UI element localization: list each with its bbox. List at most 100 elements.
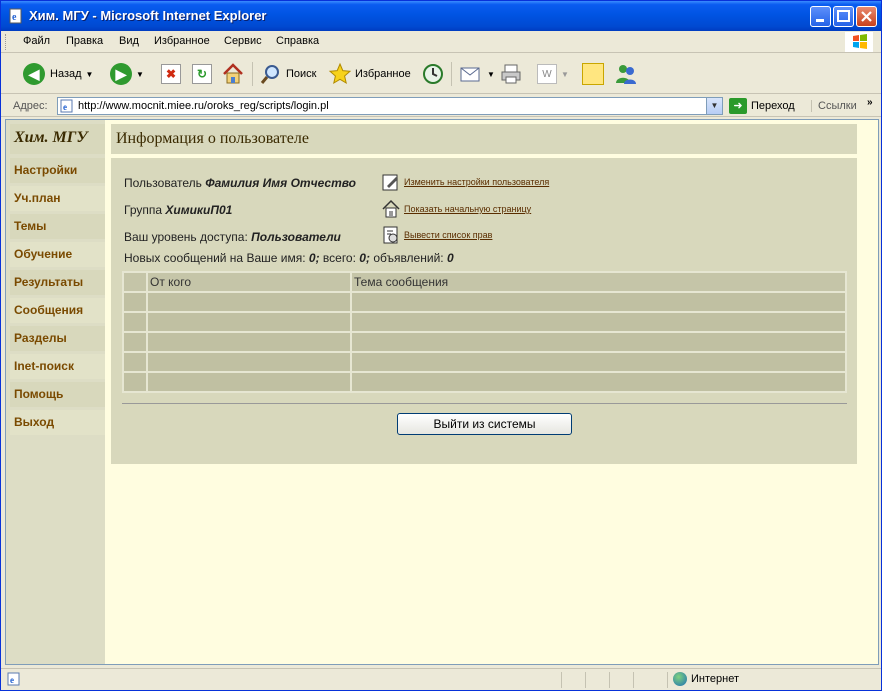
messages-prefix: Новых сообщений на Ваше имя: (124, 251, 306, 265)
access-value: Пользователи (251, 230, 341, 244)
messenger-icon (616, 65, 636, 84)
column-subject: Тема сообщения (350, 271, 847, 293)
table-row[interactable] (122, 351, 847, 373)
table-cell (122, 351, 148, 373)
table-row[interactable] (122, 311, 847, 333)
minimize-button[interactable] (810, 6, 831, 27)
messenger-button[interactable] (614, 62, 638, 86)
edit-button[interactable]: W ▼ (537, 62, 569, 86)
table-row[interactable] (122, 371, 847, 393)
print-button[interactable] (499, 62, 523, 86)
browser-window: e Хим. МГУ - Microsoft Internet Explorer… (0, 0, 882, 691)
show-home-action[interactable]: Показать начальную страницу (381, 199, 531, 219)
refresh-button[interactable]: ↻ (192, 62, 212, 86)
home-page-icon (382, 199, 400, 218)
links-button[interactable]: Ссылки (811, 100, 857, 112)
edit-settings-icon (382, 174, 398, 191)
stop-icon: ✖ (161, 64, 181, 84)
favorites-label: Избранное (355, 68, 411, 80)
zone-label: Интернет (691, 673, 739, 685)
address-dropdown-icon[interactable]: ▼ (706, 98, 722, 114)
table-cell (146, 291, 352, 313)
table-cell (122, 331, 148, 353)
menu-view[interactable]: Вид (119, 35, 139, 47)
nav-settings[interactable]: Настройки (10, 158, 105, 183)
back-label: Назад (50, 68, 82, 80)
nav-topics[interactable]: Темы (10, 214, 105, 239)
nav-learning[interactable]: Обучение (10, 242, 105, 267)
home-icon (223, 63, 243, 84)
back-dropdown-icon[interactable]: ▼ (86, 70, 94, 79)
menu-favorites[interactable]: Избранное (154, 35, 210, 47)
mail-button[interactable]: ▼ (459, 62, 495, 86)
access-label: Ваш уровень доступа: (124, 230, 248, 244)
list-rights-link[interactable]: Вывести список прав (404, 230, 492, 240)
table-cell (350, 291, 847, 313)
links-chevron-icon[interactable]: » (867, 97, 873, 108)
status-cell (609, 672, 610, 688)
user-label: Пользователь (124, 176, 202, 190)
search-button[interactable]: Поиск (259, 62, 316, 86)
refresh-icon: ↻ (192, 64, 212, 84)
maximize-button[interactable] (833, 6, 854, 27)
rights-list-icon (383, 226, 398, 244)
user-value: Фамилия Имя Отчество (205, 176, 357, 190)
group-value: ХимикиП01 (165, 203, 233, 217)
show-home-link[interactable]: Показать начальную страницу (404, 204, 531, 214)
table-cell (350, 331, 847, 353)
table-cell (122, 311, 148, 333)
nav-exit[interactable]: Выход (10, 410, 105, 435)
table-row[interactable] (122, 331, 847, 353)
nav-messages[interactable]: Сообщения (10, 298, 105, 323)
table-row[interactable] (122, 291, 847, 313)
nav-help[interactable]: Помощь (10, 382, 105, 407)
forward-button[interactable]: ▶ ▼ (110, 62, 144, 86)
table-cell (146, 371, 352, 393)
address-input[interactable]: e http://www.mocnit.miee.ru/oroks_reg/sc… (57, 97, 723, 115)
forward-dropdown-icon[interactable]: ▼ (136, 70, 144, 79)
title-bar: e Хим. МГУ - Microsoft Internet Explorer (1, 1, 881, 31)
close-button[interactable] (856, 6, 877, 27)
svg-text:e: e (12, 12, 17, 23)
table-cell (122, 371, 148, 393)
access-row: Ваш уровень доступа: Пользователи (124, 230, 341, 244)
list-rights-action[interactable]: Вывести список прав (381, 225, 492, 245)
site-brand: Хим. МГУ (10, 124, 105, 154)
page-content: Хим. МГУ Настройки Уч.план Темы Обучение… (5, 119, 879, 665)
toolbar: ◀ Назад ▼ ▶ ▼ ✖ ↻ Поиск Избранное ▼ W ▼ (1, 54, 881, 94)
back-button[interactable]: ◀ Назад ▼ (23, 62, 93, 86)
menu-file[interactable]: Файл (23, 35, 50, 47)
go-button[interactable]: ➜ Переход (729, 98, 795, 114)
menu-grip (5, 34, 8, 50)
home-button[interactable] (221, 62, 245, 86)
toolbar-separator (451, 62, 452, 86)
nav-study-plan[interactable]: Уч.план (10, 186, 105, 211)
nav-inet-search[interactable]: Inet-поиск (10, 354, 105, 379)
print-icon (501, 64, 521, 84)
favorites-button[interactable]: Избранное (328, 62, 411, 86)
nav-sections[interactable]: Разделы (10, 326, 105, 351)
nav-results[interactable]: Результаты (10, 270, 105, 295)
internet-globe-icon (673, 672, 687, 686)
messages-ads-label: объявлений: (373, 251, 444, 265)
table-cell (350, 371, 847, 393)
mail-dropdown-icon[interactable]: ▼ (487, 70, 495, 79)
menu-tools[interactable]: Сервис (224, 35, 262, 47)
change-settings-link[interactable]: Изменить настройки пользователя (404, 177, 549, 187)
logout-button[interactable]: Выйти из системы (397, 413, 572, 435)
svg-text:e: e (10, 675, 14, 685)
menu-bar: Файл Правка Вид Избранное Сервис Справка (1, 31, 881, 53)
group-label: Группа (124, 203, 163, 217)
edit-dropdown-icon[interactable]: ▼ (561, 70, 569, 79)
change-settings-action[interactable]: Изменить настройки пользователя (381, 172, 549, 192)
history-icon (423, 64, 443, 84)
menu-help[interactable]: Справка (276, 35, 319, 47)
discuss-button[interactable] (582, 62, 604, 86)
menu-edit[interactable]: Правка (66, 35, 103, 47)
address-url: http://www.mocnit.miee.ru/oroks_reg/scri… (78, 100, 329, 112)
history-button[interactable] (421, 62, 445, 86)
stop-button[interactable]: ✖ (161, 62, 181, 86)
ie-page-icon: e (9, 8, 22, 24)
status-cell (633, 672, 634, 688)
table-header-row: От кого Тема сообщения (122, 271, 847, 293)
